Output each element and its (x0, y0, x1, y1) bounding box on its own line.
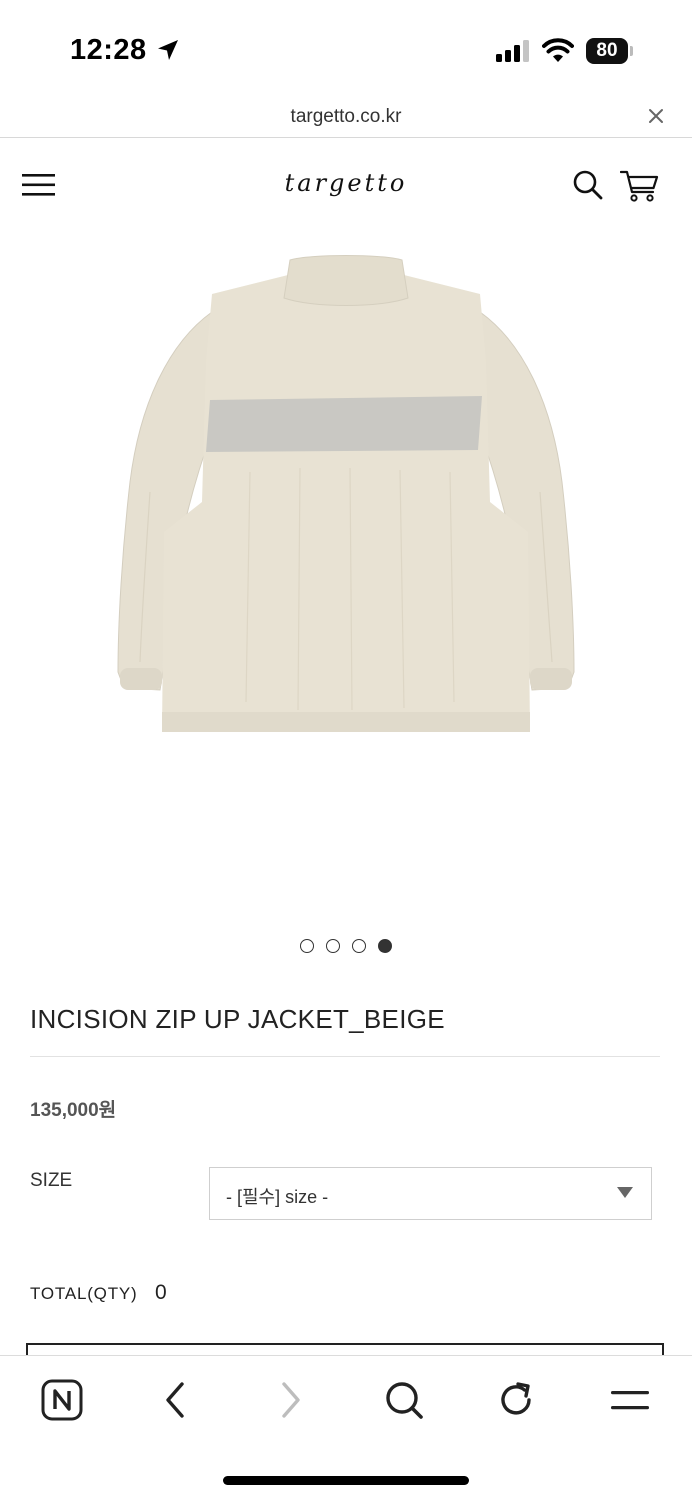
battery-tip (630, 46, 633, 56)
product-title: INCISION ZIP UP JACKET_BEIGE (30, 1004, 445, 1034)
jacket-illustration (117, 255, 575, 732)
size-label: SIZE (30, 1170, 73, 1191)
product-image[interactable] (0, 232, 692, 912)
forward-arrow-icon[interactable] (268, 1378, 312, 1422)
naver-home-icon[interactable] (40, 1378, 84, 1422)
location-arrow-icon (158, 40, 178, 60)
pagination-dot[interactable] (300, 939, 314, 953)
url-text[interactable]: targetto.co.kr (0, 106, 692, 128)
gallery-pagination (0, 939, 692, 955)
size-select-value: - [필수] size - (226, 1187, 329, 1207)
close-icon[interactable] (646, 106, 666, 126)
pagination-dot-active[interactable] (378, 939, 392, 953)
browser-url-bar[interactable]: targetto.co.kr (0, 100, 692, 138)
product-price: 135,000원 (30, 1100, 117, 1121)
pagination-dot[interactable] (326, 939, 340, 953)
cellular-signal-icon (496, 40, 529, 62)
pagination-dot[interactable] (352, 939, 366, 953)
status-bar: 12:28 80 (0, 0, 692, 100)
total-quantity: 0 (155, 1281, 167, 1304)
search-icon[interactable] (572, 169, 604, 201)
cart-icon[interactable] (620, 169, 660, 203)
divider (30, 1056, 660, 1057)
search-icon[interactable] (382, 1378, 426, 1422)
battery-indicator: 80 (586, 38, 633, 64)
refresh-icon[interactable] (494, 1378, 538, 1422)
total-label: TOTAL(QTY) (30, 1284, 138, 1303)
size-select[interactable]: - [필수] size - (209, 1167, 652, 1220)
menu-icon[interactable] (608, 1378, 652, 1422)
wifi-icon (542, 38, 574, 62)
browser-toolbar (0, 1355, 692, 1500)
home-indicator[interactable] (223, 1476, 469, 1485)
status-time: 12:28 (70, 34, 147, 66)
battery-level: 80 (586, 38, 628, 64)
chevron-down-icon (617, 1187, 633, 1198)
site-header: targetto (0, 139, 692, 231)
back-arrow-icon[interactable] (154, 1378, 198, 1422)
